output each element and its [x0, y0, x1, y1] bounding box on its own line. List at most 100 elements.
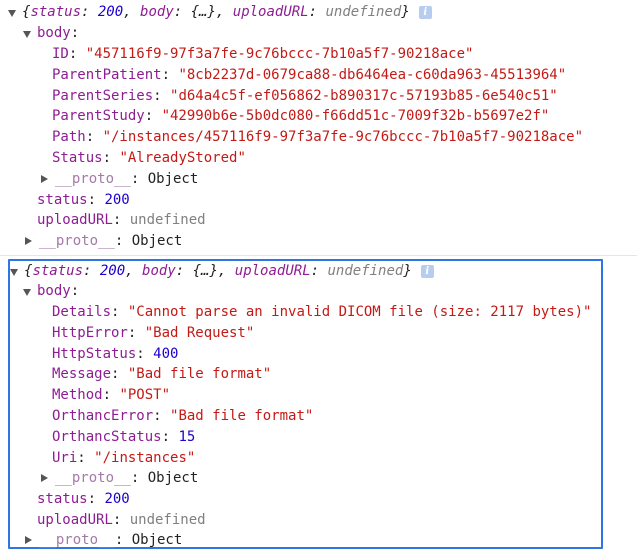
field-value: "Bad Request"	[144, 324, 255, 341]
brace-open: {	[22, 4, 31, 20]
summary-key-uploadurl: uploadURL	[232, 4, 309, 20]
field-key: OrthancStatus	[52, 428, 162, 445]
property-key-status: status	[37, 491, 88, 507]
field-value: "/instances"	[94, 449, 196, 466]
field-key: ParentSeries	[52, 87, 154, 104]
console-log-entry-1: { status: 200, body: {…}, uploadURL: und…	[0, 0, 637, 254]
collapse-triangle-icon[interactable]	[41, 474, 48, 482]
summary-key-status: status	[30, 4, 82, 20]
property-key-uploadurl: uploadURL	[37, 512, 113, 528]
field-value: "POST"	[119, 387, 171, 404]
object-summary-row[interactable]: { status: 200, body: {…}, uploadURL: und…	[8, 2, 432, 22]
field-key: OrthancError	[52, 408, 154, 424]
proto-key: __proto__	[39, 233, 115, 249]
property-value-uploadurl: undefined	[129, 512, 206, 528]
field-value: "457116f9-97f3a7fe-9c76bccc-7b10a5f7-902…	[85, 46, 474, 62]
uploadurl-property-row: uploadURL: undefined	[37, 212, 206, 228]
field-key: Method	[52, 387, 103, 404]
body-proto-row[interactable]: __proto__: Object	[40, 169, 198, 189]
field-key: ParentPatient	[52, 66, 162, 83]
field-value: "42990b6e-5b0dc080-f66dd51c-7009f32b-b56…	[161, 108, 550, 125]
body-field-row: HttpError: "Bad Request"	[52, 324, 255, 341]
summary-key-body: body	[140, 4, 174, 20]
field-value: "Cannot parse an invalid DICOM file (siz…	[127, 304, 592, 320]
entry-divider	[0, 255, 637, 256]
property-value-status: 200	[104, 491, 130, 507]
field-key: ParentStudy	[52, 108, 145, 125]
expand-triangle-icon[interactable]	[10, 268, 18, 276]
expand-triangle-icon[interactable]	[23, 288, 31, 296]
body-field-row: Path: "/instances/457116f9-97f3a7fe-9c76…	[52, 129, 584, 146]
field-key: Path	[52, 129, 86, 146]
expand-triangle-icon[interactable]	[23, 30, 31, 38]
property-key-body: body	[37, 283, 71, 299]
collapse-triangle-icon[interactable]	[41, 175, 48, 183]
brace-close: }	[403, 263, 412, 279]
body-field-row: Method: "POST"	[52, 387, 171, 404]
field-key: ID	[52, 46, 69, 62]
proto-row[interactable]: __proto__: Object	[24, 530, 182, 550]
field-value: 400	[153, 345, 179, 362]
proto-key: __proto__	[39, 532, 115, 548]
body-field-row: Uri: "/instances"	[52, 449, 196, 466]
body-field-row: Message: "Bad file format"	[52, 366, 272, 383]
property-key-body: body	[37, 25, 71, 41]
proto-value: Object	[131, 532, 183, 548]
summary-value-uploadurl: undefined	[327, 263, 404, 279]
uploadurl-property-row: uploadURL: undefined	[37, 512, 206, 528]
brace-open: {	[24, 263, 33, 279]
field-key: HttpStatus	[52, 345, 137, 362]
summary-value-status: 200	[97, 4, 124, 20]
body-field-row: ParentPatient: "8cb2237d-0679ca88-db6464…	[52, 66, 567, 83]
body-field-row: ID: "457116f9-97f3a7fe-9c76bccc-7b10a5f7…	[52, 46, 474, 62]
field-key: Status	[52, 150, 103, 166]
body-field-row: HttpStatus: 400	[52, 345, 179, 362]
console-log-entry-2[interactable]: { status: 200, body: {…}, uploadURL: und…	[8, 259, 603, 549]
collapse-triangle-icon[interactable]	[25, 536, 32, 544]
proto-value: Object	[147, 470, 199, 486]
summary-value-uploadurl: undefined	[325, 4, 402, 20]
proto-value: Object	[131, 233, 183, 249]
field-value: "Bad file format"	[127, 366, 272, 383]
field-value: "d64a4c5f-ef056862-b890317c-57193b85-6e5…	[170, 87, 558, 104]
brace-close: }	[401, 4, 410, 20]
field-key: Uri	[52, 449, 78, 466]
status-property-row: status: 200	[37, 192, 130, 208]
field-value: 15	[178, 428, 196, 445]
field-key: Details	[52, 304, 112, 320]
field-value: "AlreadyStored"	[119, 150, 246, 166]
body-field-row: ParentSeries: "d64a4c5f-ef056862-b890317…	[52, 87, 558, 104]
property-key-status: status	[37, 192, 88, 208]
field-key: Message	[52, 366, 112, 383]
summary-value-body: {…}	[192, 263, 218, 279]
proto-key: __proto__	[55, 171, 131, 187]
summary-key-status: status	[32, 263, 84, 279]
summary-value-status: 200	[99, 263, 126, 279]
body-field-row: ParentStudy: "42990b6e-5b0dc080-f66dd51c…	[52, 108, 550, 125]
property-key-uploadurl: uploadURL	[37, 212, 113, 228]
summary-key-body: body	[142, 263, 176, 279]
collapse-triangle-icon[interactable]	[25, 237, 32, 245]
field-key: HttpError	[52, 324, 128, 341]
field-value: "8cb2237d-0679ca88-db6464ea-c60da963-455…	[178, 66, 567, 83]
summary-key-uploadurl: uploadURL	[234, 263, 311, 279]
status-property-row: status: 200	[37, 491, 130, 507]
expand-triangle-icon[interactable]	[8, 9, 16, 17]
field-value: "/instances/457116f9-97f3a7fe-9c76bccc-7…	[102, 129, 584, 146]
body-property-row[interactable]: body:	[23, 281, 79, 301]
proto-row[interactable]: __proto__: Object	[24, 231, 182, 251]
field-value: "Bad file format"	[170, 408, 314, 424]
info-icon[interactable]: i	[420, 264, 434, 278]
body-field-row: Status: "AlreadyStored"	[52, 150, 246, 166]
body-field-row: Details: "Cannot parse an invalid DICOM …	[52, 304, 592, 320]
body-field-row: OrthancError: "Bad file format"	[52, 408, 314, 424]
property-value-status: 200	[104, 192, 130, 208]
object-summary-row[interactable]: { status: 200, body: {…}, uploadURL: und…	[10, 261, 434, 281]
body-proto-row[interactable]: __proto__: Object	[40, 468, 198, 488]
body-property-row[interactable]: body:	[23, 23, 79, 43]
info-icon[interactable]: i	[418, 5, 432, 19]
proto-value: Object	[147, 171, 199, 187]
body-field-row: OrthancStatus: 15	[52, 428, 196, 445]
proto-key: __proto__	[55, 470, 131, 486]
property-value-uploadurl: undefined	[129, 212, 206, 228]
